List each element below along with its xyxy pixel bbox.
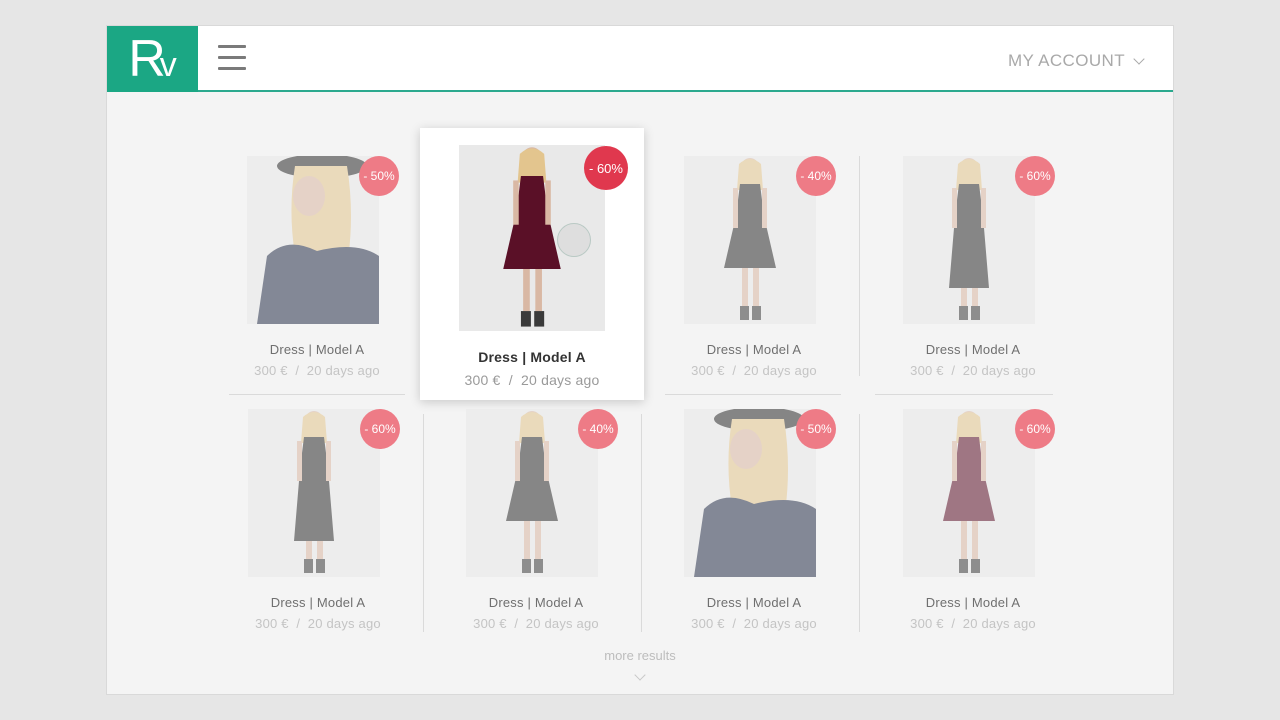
discount-badge: - 50% <box>359 156 399 196</box>
grid-divider <box>859 156 860 376</box>
product-meta: 300 € / 20 days ago <box>448 616 624 631</box>
grid-divider <box>859 414 860 632</box>
product-card[interactable]: - 50% Dress | Model A 300 € / 20 days ag… <box>666 409 842 649</box>
meta-separator: / <box>951 363 956 378</box>
product-name[interactable]: Dress | Model A <box>666 595 842 610</box>
product-card[interactable]: - 40% Dress | Model A 300 € / 20 days ag… <box>448 409 624 649</box>
product-age: 20 days ago <box>521 372 600 388</box>
product-meta: 300 € / 20 days ago <box>885 363 1061 378</box>
product-card[interactable]: - 60% Dress | Model A 300 € / 20 days ag… <box>420 128 644 400</box>
cursor-indicator <box>557 223 591 257</box>
meta-separator: / <box>508 372 513 388</box>
product-name[interactable]: Dress | Model A <box>885 595 1061 610</box>
product-age: 20 days ago <box>962 363 1036 378</box>
product-card[interactable]: - 60% Dress | Model A 300 € / 20 days ag… <box>230 409 406 649</box>
product-age: 20 days ago <box>962 616 1036 631</box>
discount-badge: - 50% <box>796 409 836 449</box>
product-age: 20 days ago <box>307 616 381 631</box>
grid-divider <box>229 394 405 395</box>
product-meta: 300 € / 20 days ago <box>420 372 644 388</box>
meta-separator: / <box>296 616 301 631</box>
product-meta: 300 € / 20 days ago <box>229 363 405 378</box>
meta-separator: / <box>295 363 300 378</box>
grid-divider <box>875 394 1053 395</box>
meta-separator: / <box>732 363 737 378</box>
product-price: 300 € <box>255 616 289 631</box>
product-price: 300 € <box>691 363 725 378</box>
product-price: 300 € <box>910 363 944 378</box>
meta-separator: / <box>514 616 519 631</box>
product-price: 300 € <box>691 616 725 631</box>
product-card[interactable]: - 40% Dress | Model A 300 € / 20 days ag… <box>666 156 842 396</box>
product-price: 300 € <box>473 616 507 631</box>
product-card[interactable]: - 60% Dress | Model A 300 € / 20 days ag… <box>885 409 1061 649</box>
product-name[interactable]: Dress | Model A <box>229 342 405 357</box>
discount-badge: - 60% <box>360 409 400 449</box>
product-meta: 300 € / 20 days ago <box>666 616 842 631</box>
product-price: 300 € <box>910 616 944 631</box>
discount-badge: - 60% <box>1015 156 1055 196</box>
product-card[interactable]: - 60% Dress | Model A 300 € / 20 days ag… <box>885 156 1061 396</box>
meta-separator: / <box>732 616 737 631</box>
app-frame: Rv MY ACCOUNT - 50% Dress | Model A 300 … <box>106 25 1174 695</box>
product-price: 300 € <box>254 363 288 378</box>
meta-separator: / <box>951 616 956 631</box>
product-age: 20 days ago <box>743 616 817 631</box>
product-meta: 300 € / 20 days ago <box>666 363 842 378</box>
product-age: 20 days ago <box>306 363 380 378</box>
product-name[interactable]: Dress | Model A <box>666 342 842 357</box>
product-name[interactable]: Dress | Model A <box>885 342 1061 357</box>
product-meta: 300 € / 20 days ago <box>230 616 406 631</box>
more-results-link[interactable]: more results <box>107 648 1173 663</box>
product-card[interactable]: - 50% Dress | Model A 300 € / 20 days ag… <box>229 156 405 396</box>
grid-divider <box>665 394 841 395</box>
discount-badge: - 60% <box>1015 409 1055 449</box>
product-name[interactable]: Dress | Model A <box>420 349 644 365</box>
discount-badge: - 60% <box>584 146 628 190</box>
discount-badge: - 40% <box>578 409 618 449</box>
product-grid: - 50% Dress | Model A 300 € / 20 days ag… <box>107 26 1173 694</box>
discount-badge: - 40% <box>796 156 836 196</box>
product-meta: 300 € / 20 days ago <box>885 616 1061 631</box>
grid-divider <box>423 414 424 632</box>
product-age: 20 days ago <box>525 616 599 631</box>
product-age: 20 days ago <box>743 363 817 378</box>
product-name[interactable]: Dress | Model A <box>448 595 624 610</box>
product-name[interactable]: Dress | Model A <box>230 595 406 610</box>
grid-divider <box>641 414 642 632</box>
product-price: 300 € <box>464 372 501 388</box>
